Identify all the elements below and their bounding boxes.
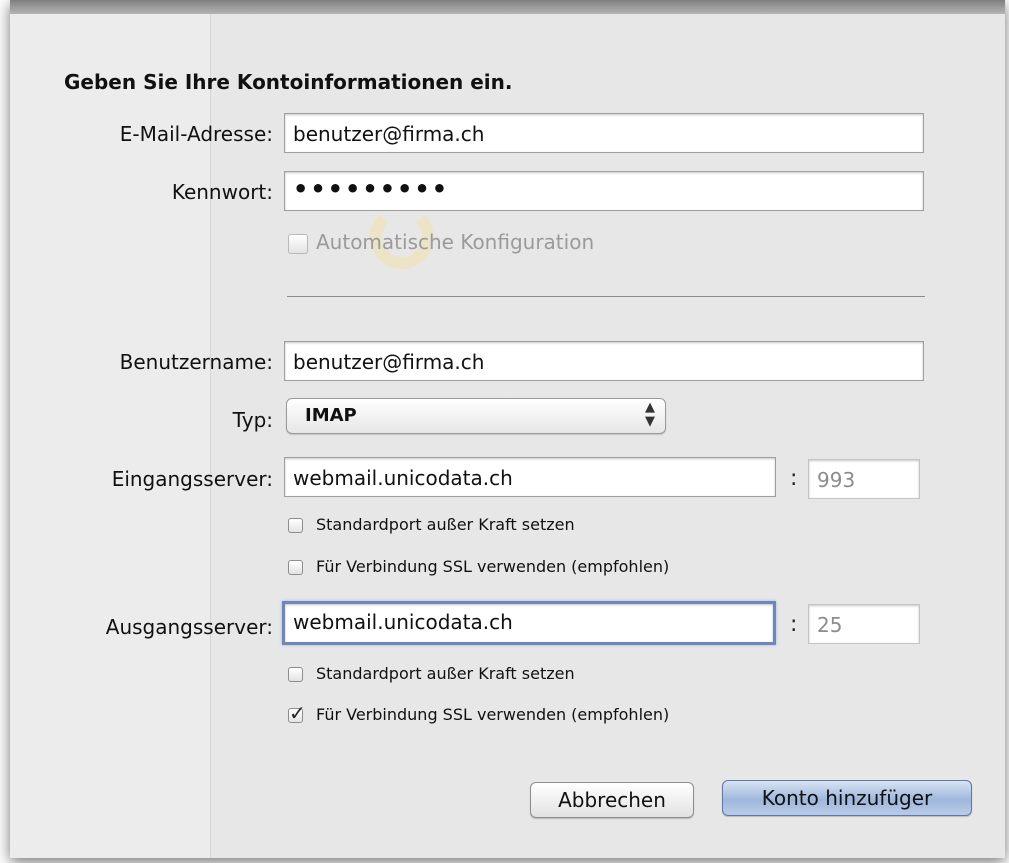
auto-config-label: Automatische Konfiguration <box>316 230 595 254</box>
password-label: Kennwort: <box>171 180 273 204</box>
email-field[interactable]: benutzer@firma.ch <box>284 113 924 153</box>
outgoing-port-field[interactable]: 25 <box>808 604 920 644</box>
incoming-server-label: Eingangsserver: <box>111 467 273 491</box>
outgoing-server-field[interactable]: webmail.unicodata.ch <box>282 601 776 645</box>
dialog-heading: Geben Sie Ihre Kontoinformationen ein. <box>64 70 513 94</box>
incoming-server-field[interactable]: webmail.unicodata.ch <box>284 457 776 497</box>
password-field[interactable]: ••••••••• <box>284 171 924 211</box>
outgoing-server-label: Ausgangsserver: <box>105 615 273 639</box>
outgoing-override-port-checkbox[interactable] <box>288 667 303 682</box>
auto-config-checkbox[interactable] <box>288 234 308 254</box>
incoming-ssl-checkbox[interactable] <box>288 560 303 575</box>
add-account-button[interactable]: Konto hinzufüger <box>722 780 972 816</box>
username-field[interactable]: benutzer@firma.ch <box>284 341 924 381</box>
window-top-edge <box>10 0 1005 14</box>
type-label: Typ: <box>232 408 273 432</box>
outgoing-override-port-label: Standardport außer Kraft setzen <box>316 664 575 683</box>
email-label: E-Mail-Adresse: <box>119 122 273 146</box>
incoming-ssl-label: Für Verbindung SSL verwenden (empfohlen) <box>316 557 670 576</box>
account-setup-dialog: Geben Sie Ihre Kontoinformationen ein. E… <box>10 0 1005 858</box>
incoming-port-separator: : <box>790 466 798 491</box>
outgoing-ssl-label: Für Verbindung SSL verwenden (empfohlen) <box>316 705 670 724</box>
checkmark-icon: ✓ <box>289 701 306 725</box>
outgoing-ssl-checkbox[interactable]: ✓ <box>288 701 306 725</box>
type-select-value: IMAP <box>305 405 357 426</box>
incoming-override-port-label: Standardport außer Kraft setzen <box>316 515 575 534</box>
type-select[interactable]: IMAP ▲ ▼ <box>286 398 666 434</box>
select-arrows-icon: ▲ ▼ <box>645 400 655 429</box>
incoming-port-field[interactable]: 993 <box>808 459 920 499</box>
incoming-override-port-checkbox[interactable] <box>288 518 303 533</box>
username-label: Benutzername: <box>119 350 273 374</box>
outgoing-port-separator: : <box>790 612 798 637</box>
cancel-button[interactable]: Abbrechen <box>530 782 694 818</box>
section-divider <box>287 296 925 297</box>
